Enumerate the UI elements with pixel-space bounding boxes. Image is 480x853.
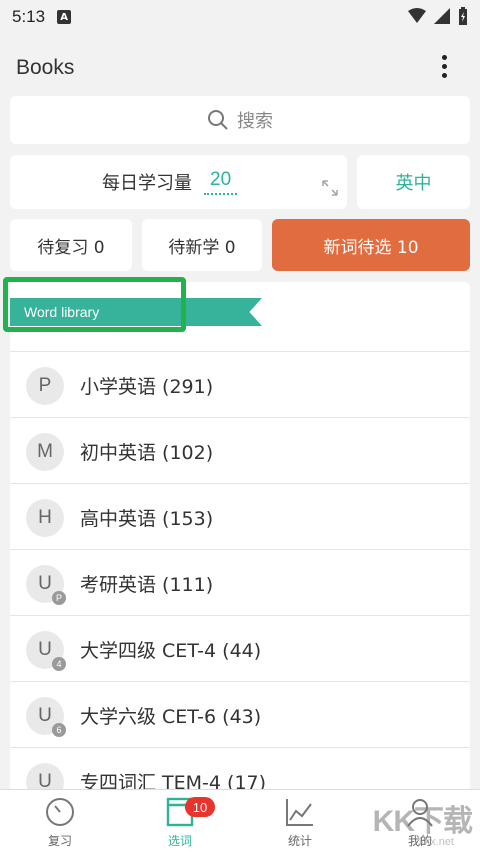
tab-to-learn-label: 待新学 0 (168, 237, 236, 258)
tab-to-review[interactable]: 待复习 0 (10, 219, 132, 271)
tab-new-words-pending[interactable]: 新词待选 10 (272, 219, 470, 271)
battery-icon (459, 7, 467, 25)
avatar: H (26, 499, 64, 537)
avatar: M (26, 433, 64, 471)
expand-icon[interactable] (321, 179, 339, 197)
status-icons (408, 7, 468, 25)
list-item[interactable]: U 4 大学四级 CET-4 (44) (10, 615, 470, 681)
nav-badge: 10 (185, 797, 215, 817)
nav-select-words[interactable]: 选词 10 (120, 790, 240, 853)
list-item-label: 高中英语 (153) (80, 508, 214, 530)
list-item-label: 大学六级 CET-6 (43) (80, 706, 262, 728)
tab-to-learn[interactable]: 待新学 0 (142, 219, 262, 271)
gauge-icon (46, 798, 74, 826)
highlight-box (3, 277, 186, 332)
nav-stats[interactable]: 统计 (240, 790, 360, 853)
signal-icon (434, 8, 450, 24)
list-item-label: 大学四级 CET-4 (44) (80, 640, 262, 662)
search-placeholder: 搜索 (237, 111, 273, 132)
daily-amount-value[interactable]: 20 (204, 169, 238, 195)
list-item-label: 初中英语 (102) (80, 442, 214, 464)
chart-icon (286, 799, 313, 826)
avatar: U P (26, 565, 66, 605)
list-item-label: 小学英语 (291) (80, 376, 214, 398)
app-bar: Books (0, 40, 480, 96)
page-title: Books (16, 56, 75, 79)
avatar: P (26, 367, 64, 405)
status-bar: 5:13 A (0, 0, 480, 34)
list-item[interactable]: U P 考研英语 (111) (10, 549, 470, 615)
search-input[interactable]: 搜索 (10, 96, 470, 144)
list-item-label: 考研英语 (111) (80, 574, 214, 596)
avatar: U 6 (26, 697, 66, 737)
avatar-badge: P (52, 591, 66, 605)
list-item[interactable]: M 初中英语 (102) (10, 417, 470, 483)
nav-stats-label: 统计 (287, 834, 312, 848)
nav-select-words-label: 选词 (167, 834, 192, 848)
daily-amount-label: 每日学习量 (102, 173, 192, 194)
watermark: KK下载 (372, 805, 473, 838)
nav-review[interactable]: 复习 (0, 790, 120, 853)
wifi-icon (408, 8, 426, 23)
search-icon (208, 110, 228, 130)
language-label: 英中 (395, 173, 432, 194)
watermark-sub: kkx.net (419, 836, 454, 848)
avatar: U 4 (26, 631, 66, 671)
daily-amount-card[interactable]: 每日学习量 20 (10, 155, 347, 209)
word-library-list: Word library P 小学英语 (291) M 初中英语 (102) H… (10, 282, 470, 802)
avatar-badge: 6 (52, 723, 66, 737)
list-item[interactable]: P 小学英语 (291) (10, 351, 470, 417)
nav-review-label: 复习 (47, 834, 72, 848)
avatar-badge: 4 (52, 657, 66, 671)
list-item[interactable]: H 高中英语 (153) (10, 483, 470, 549)
tab-to-review-label: 待复习 0 (37, 237, 105, 258)
status-time: 5:13 (12, 7, 46, 26)
more-vert-icon[interactable] (434, 50, 454, 82)
notification-icon: A (57, 10, 72, 24)
list-item[interactable]: U 6 大学六级 CET-6 (43) (10, 681, 470, 747)
language-toggle-button[interactable]: 英中 (357, 155, 470, 209)
tab-new-words-pending-label: 新词待选 10 (323, 237, 419, 258)
